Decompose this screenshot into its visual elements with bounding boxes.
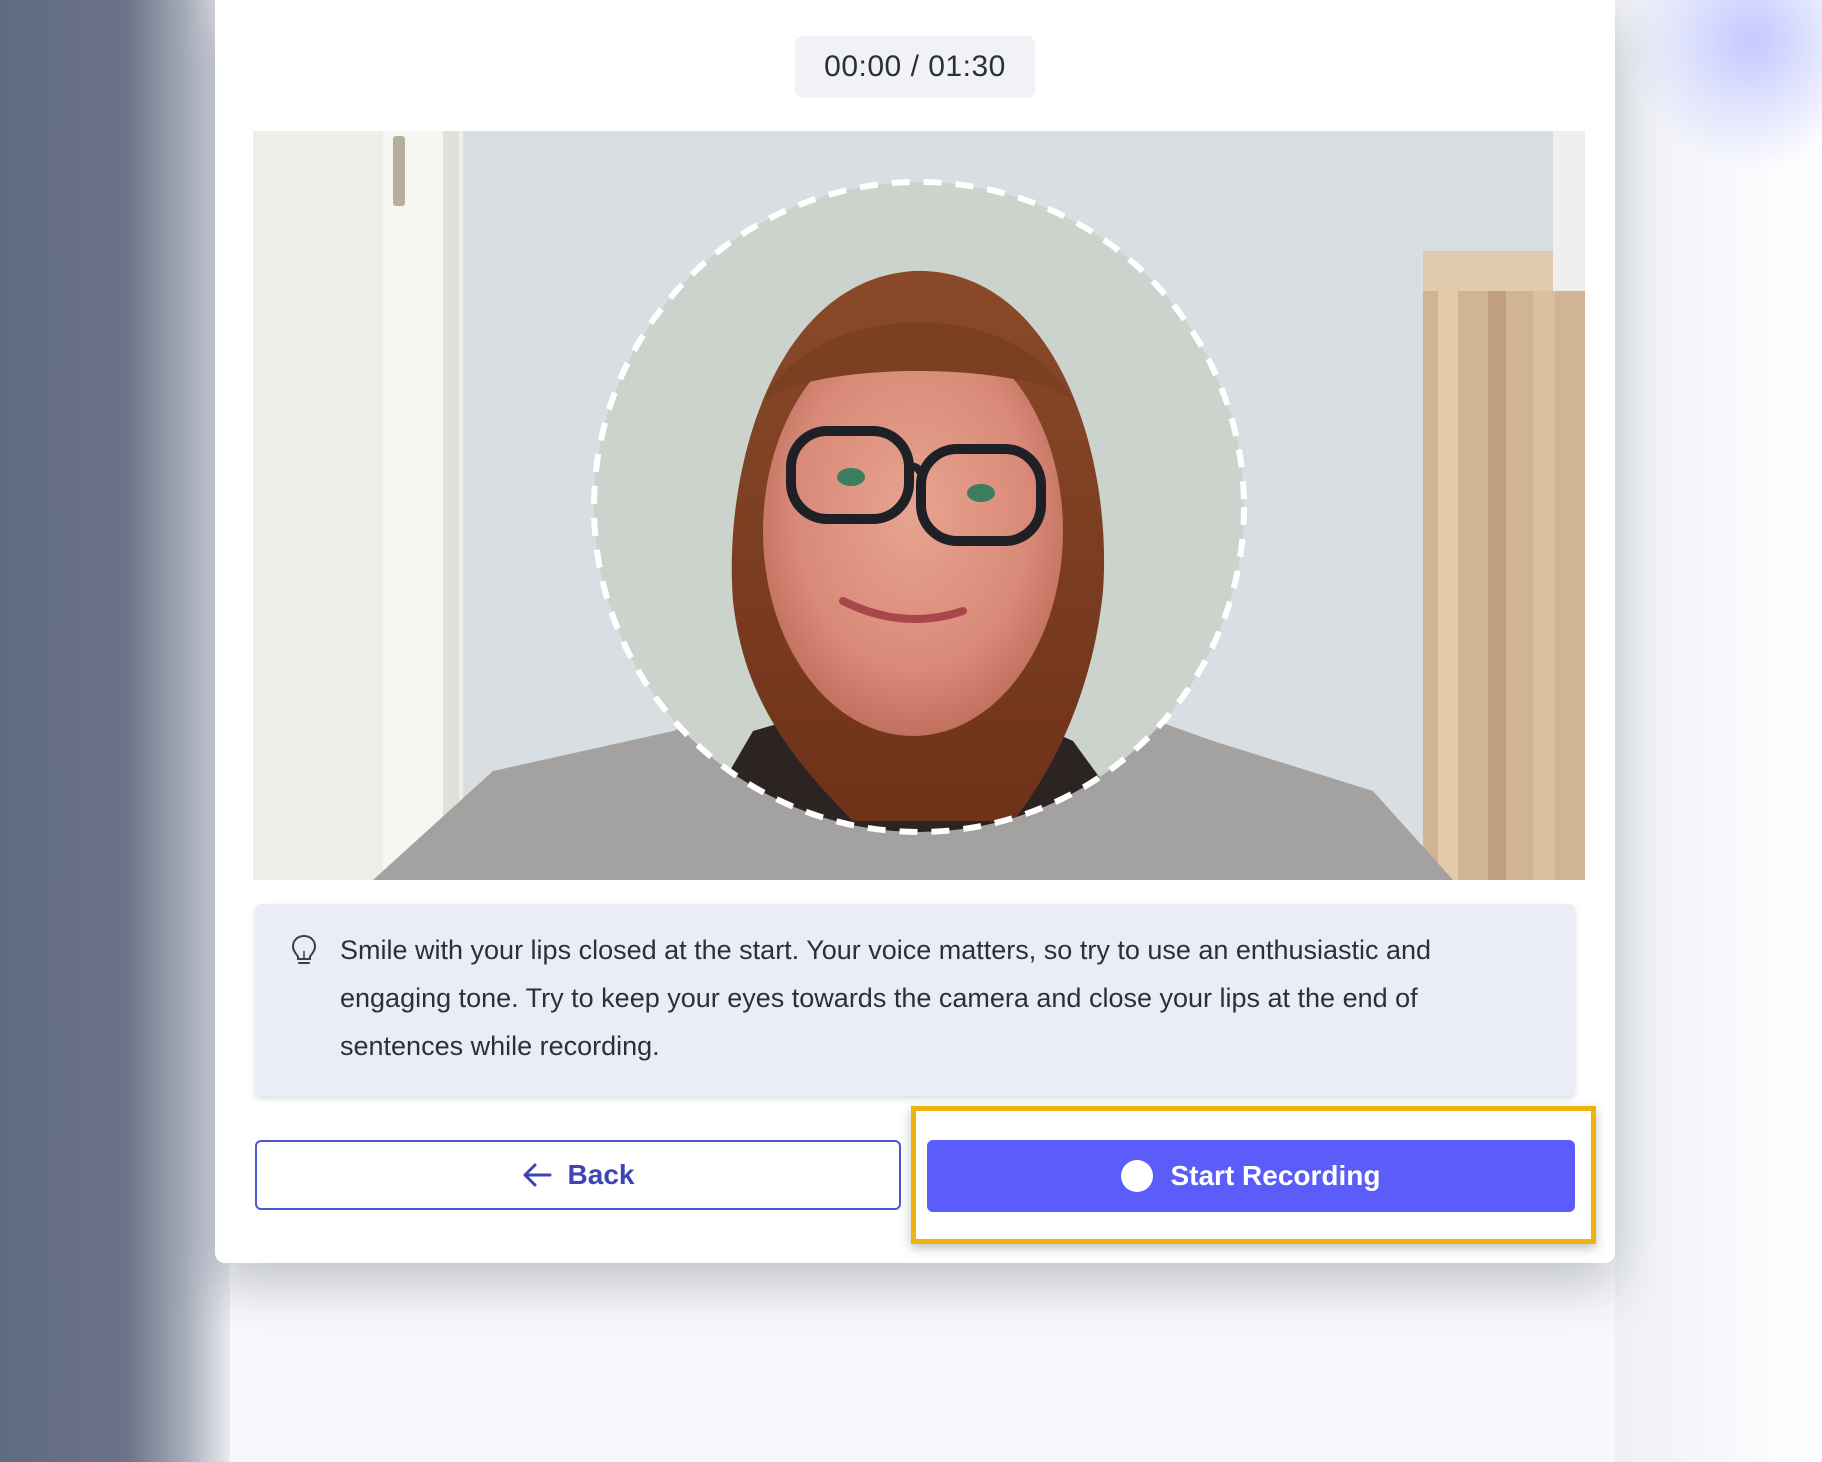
timer-total: 01:30: [928, 50, 1006, 83]
recording-card: 00:00 / 01:30 Smile with your lips close…: [215, 0, 1615, 1263]
start-recording-label: Start Recording: [1170, 1160, 1381, 1191]
recording-tip: Smile with your lips closed at the start…: [255, 904, 1575, 1096]
back-button[interactable]: Back: [255, 1140, 901, 1210]
start-recording-button[interactable]: Start Recording: [927, 1140, 1575, 1212]
record-dot-icon: [1121, 1160, 1154, 1192]
back-button-label: Back: [567, 1159, 635, 1190]
lightbulb-icon: [291, 934, 317, 964]
page-background-right: [1615, 0, 1822, 1462]
timer-elapsed: 00:00: [824, 50, 902, 83]
camera-feed-image: [253, 131, 1585, 880]
timer-separator: /: [901, 50, 929, 83]
arrow-left-icon: [523, 1163, 552, 1187]
page-background-left: [0, 0, 230, 1462]
tip-text: Smile with your lips closed at the start…: [340, 935, 1432, 1061]
camera-preview: [253, 131, 1585, 880]
recording-timer: 00:00 / 01:30: [795, 36, 1035, 98]
